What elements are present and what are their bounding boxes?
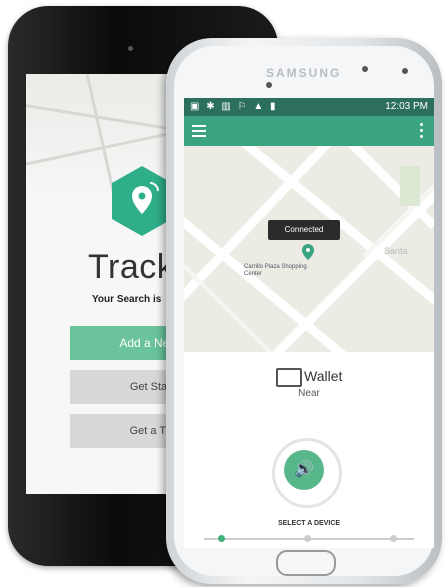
status-time: 12:03 PM — [385, 101, 428, 112]
speaker-icon: 🔊 — [294, 461, 314, 478]
samsung-device: SAMSUNG ▣ ✱ ▥ ⚐ ▲ ▮ 12:03 PM Connected C… — [166, 38, 442, 584]
device-dot-2[interactable] — [304, 535, 311, 542]
front-camera-2 — [402, 68, 408, 74]
device-dot-1[interactable] — [218, 535, 225, 542]
wallet-icon — [276, 368, 302, 387]
select-device-label: SELECT A DEVICE — [277, 520, 341, 527]
status-icons: ▣ ✱ ▥ ⚐ ▲ ▮ — [190, 101, 278, 112]
proximity-status: Near — [298, 388, 320, 399]
samsung-screen: ▣ ✱ ▥ ⚐ ▲ ▮ 12:03 PM Connected Carrillo … — [184, 98, 434, 548]
front-camera — [266, 82, 272, 88]
menu-icon[interactable] — [192, 125, 206, 137]
sound-button[interactable]: 🔊 — [284, 450, 324, 490]
device-dot-3[interactable] — [390, 535, 397, 542]
place-label: Carrillo Plaza Shopping Center — [244, 264, 307, 277]
more-options-icon[interactable] — [420, 123, 424, 139]
street-label: Santa — [384, 246, 408, 256]
map-marker-icon[interactable] — [302, 244, 314, 265]
home-button[interactable] — [276, 550, 336, 576]
device-selector[interactable] — [204, 535, 414, 542]
device-panel: Wallet Near 🔊 SELECT A DEVICE — [184, 352, 434, 548]
iphone-camera — [128, 46, 133, 51]
brand-logo: SAMSUNG — [266, 66, 342, 80]
app-title: Track — [88, 248, 175, 286]
status-bar: ▣ ✱ ▥ ⚐ ▲ ▮ 12:03 PM — [184, 98, 434, 116]
device-name: Wallet — [304, 368, 343, 384]
sensor — [362, 66, 368, 72]
app-bar — [184, 116, 434, 146]
app-subtitle: Your Search is — [92, 294, 162, 305]
connected-tooltip: Connected — [268, 220, 340, 240]
map-view[interactable]: Connected Carrillo Plaza Shopping Center… — [184, 146, 434, 352]
location-pin-icon — [110, 166, 174, 236]
